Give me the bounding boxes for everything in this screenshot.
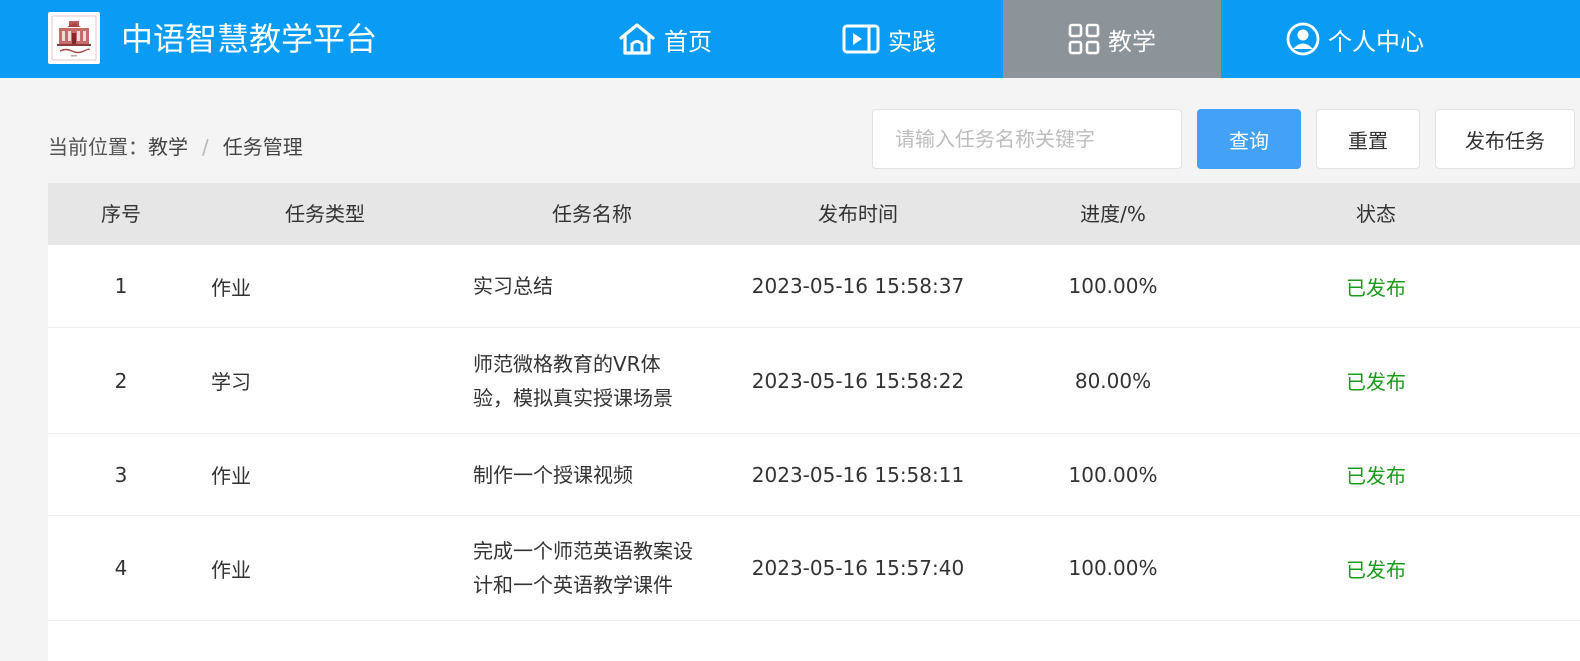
user-circle-icon	[1286, 22, 1320, 56]
nav-home-label: 首页	[664, 27, 712, 56]
table-row[interactable]: 3 作业 制作一个授课视频 2023-05-16 15:58:11 100.00…	[48, 434, 1580, 516]
column-header-progress: 进度/%	[1080, 202, 1146, 226]
nav-teaching[interactable]: 教学	[1003, 0, 1221, 78]
status-badge: 已发布	[1346, 275, 1406, 300]
cell-name: 制作一个授课视频	[473, 462, 633, 487]
cell-progress: 100.00%	[1068, 556, 1158, 580]
grid-icon	[1068, 23, 1100, 55]
cell-time: 2023-05-16 15:58:37	[751, 274, 965, 298]
breadcrumb: 当前位置：教学 / 任务管理	[48, 132, 303, 162]
table-row[interactable]: 4 作业 完成一个师范英语教案设计和一个英语教学课件 2023-05-16 15…	[48, 516, 1580, 621]
nav-home[interactable]: 首页	[610, 0, 720, 78]
cell-type: 作业	[211, 275, 251, 300]
cell-no: 1	[114, 274, 128, 298]
cell-name: 实习总结	[473, 274, 553, 298]
table-row-partial	[48, 621, 1580, 661]
nav-practice-label: 实践	[888, 27, 936, 56]
nav-practice[interactable]: 实践	[834, 0, 944, 78]
table-row[interactable]: 1 作业 实习总结 2023-05-16 15:58:37 100.00% 已发…	[48, 245, 1580, 328]
column-header-name: 任务名称	[552, 202, 632, 226]
query-button[interactable]: 查询	[1197, 109, 1301, 169]
column-header-time: 发布时间	[818, 202, 898, 226]
status-badge: 已发布	[1346, 370, 1406, 394]
cell-type: 作业	[211, 464, 251, 488]
task-table: 序号 任务类型 任务名称 发布时间 进度/% 状态 1 作业 实习总结 2023…	[48, 183, 1580, 661]
breadcrumb-item-teaching[interactable]: 教学	[148, 135, 188, 159]
breadcrumb-prefix: 当前位置：	[48, 135, 148, 159]
status-badge: 已发布	[1346, 557, 1406, 582]
table-header: 序号 任务类型 任务名称 发布时间 进度/% 状态	[48, 183, 1580, 245]
video-icon	[842, 23, 880, 55]
breadcrumb-item-task-management: 任务管理	[222, 135, 303, 159]
cell-time: 2023-05-16 15:57:40	[751, 556, 965, 580]
app-title: 中语智慧教学平台	[121, 20, 378, 58]
cell-type: 学习	[211, 370, 251, 394]
publish-task-button[interactable]: 发布任务	[1435, 109, 1575, 169]
cell-name: 完成一个师范英语教案设计和一个英语教学课件	[473, 539, 693, 597]
breadcrumb-separator: /	[202, 135, 209, 159]
cell-time: 2023-05-16 15:58:11	[751, 462, 965, 487]
home-icon	[618, 22, 656, 56]
nav-profile[interactable]: 个人中心	[1275, 0, 1435, 78]
column-header-type: 任务类型	[285, 202, 365, 226]
column-header-status: 状态	[1356, 202, 1396, 226]
cell-name: 师范微格教育的VR体验，模拟真实授课场景	[473, 351, 673, 410]
reset-button[interactable]: 重置	[1316, 109, 1420, 169]
school-logo[interactable]	[48, 12, 100, 64]
cell-no: 4	[114, 556, 128, 580]
column-header-no: 序号	[101, 202, 141, 226]
cell-no: 3	[114, 462, 128, 487]
table-row[interactable]: 2 学习 师范微格教育的VR体验，模拟真实授课场景 2023-05-16 15:…	[48, 328, 1580, 434]
cell-no: 2	[114, 368, 128, 393]
cell-progress: 100.00%	[1068, 274, 1158, 298]
cell-progress: 100.00%	[1068, 462, 1158, 487]
status-badge: 已发布	[1346, 464, 1406, 488]
nav-profile-label: 个人中心	[1328, 27, 1424, 56]
cell-type: 作业	[211, 557, 251, 582]
cell-time: 2023-05-16 15:58:22	[751, 368, 965, 393]
school-building-icon	[51, 15, 97, 61]
task-search-input[interactable]	[872, 109, 1182, 169]
top-navbar: 中语智慧教学平台 首页 实践 教学 个人中心	[0, 0, 1580, 78]
cell-progress: 80.00%	[1074, 368, 1152, 393]
nav-teaching-label: 教学	[1108, 27, 1156, 56]
